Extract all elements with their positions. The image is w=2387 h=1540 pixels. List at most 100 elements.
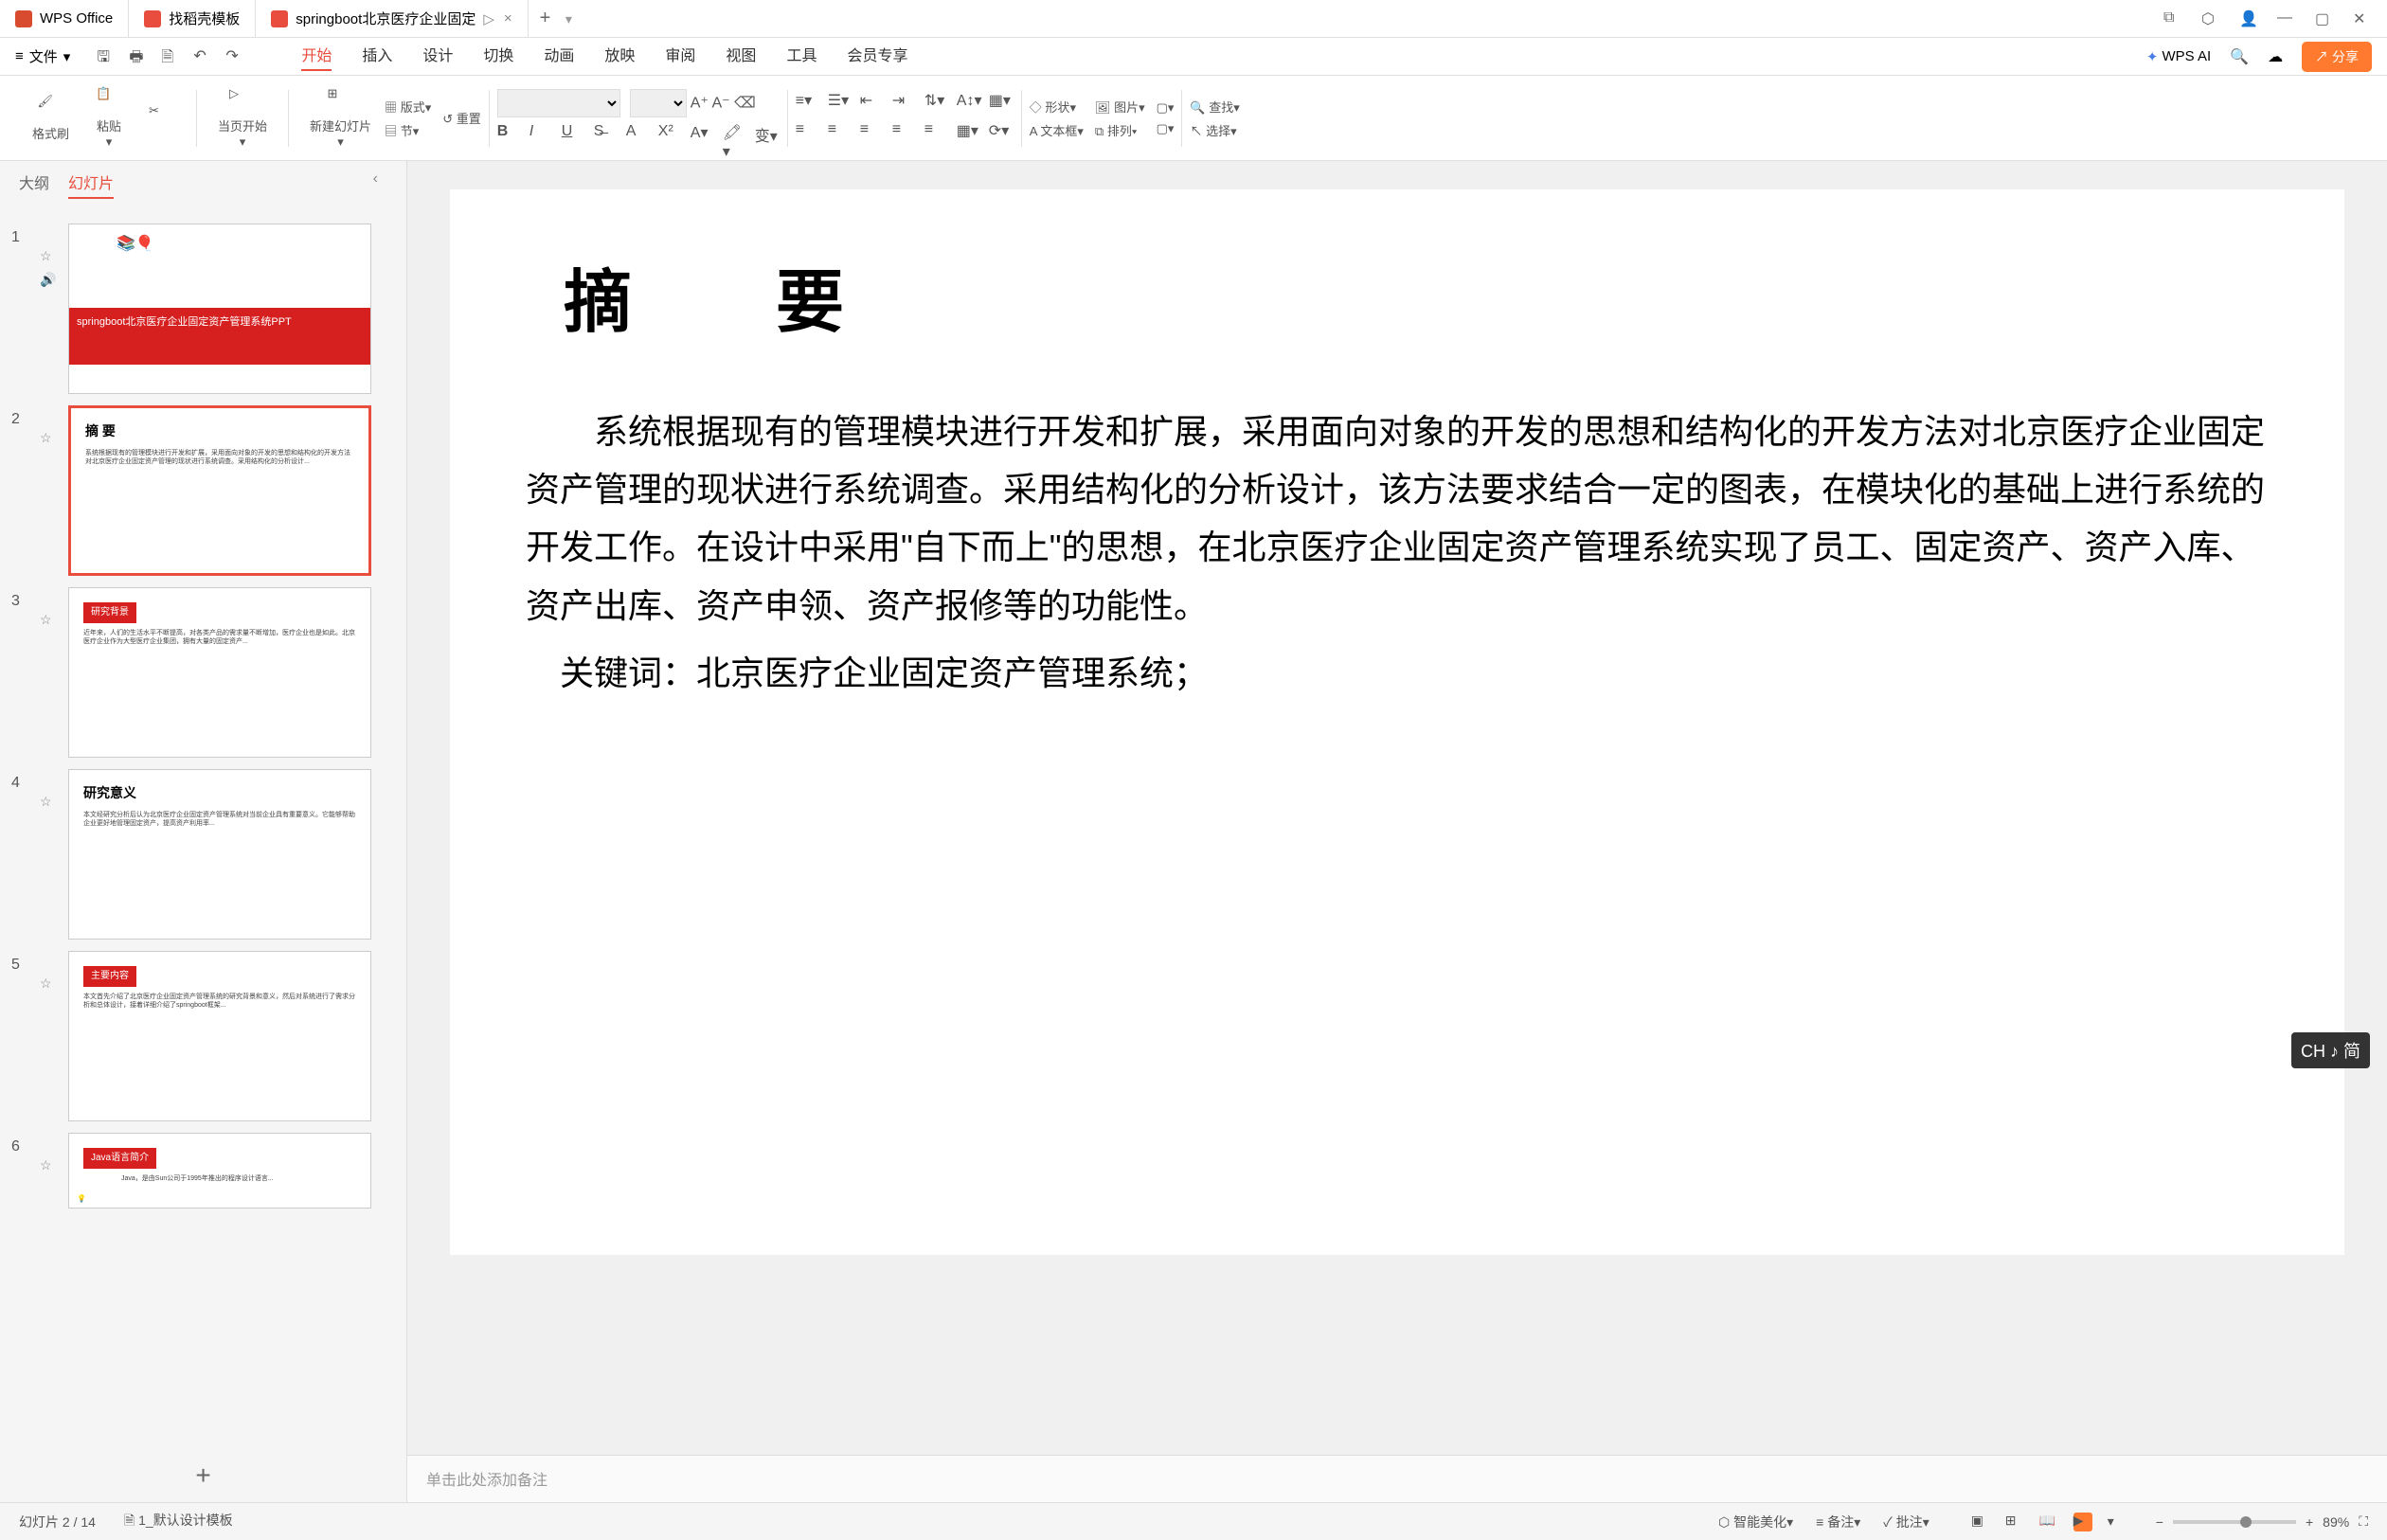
bold-icon[interactable]: B [497, 123, 522, 148]
increase-indent-icon[interactable]: ⇥ [892, 91, 917, 116]
fit-to-window-icon[interactable]: ⛶ [2359, 1513, 2368, 1530]
slides-tab[interactable]: 幻灯片 [68, 170, 114, 199]
distribute-icon[interactable]: ≡ [924, 121, 949, 146]
chevron-down-icon[interactable]: ▾ [2108, 1513, 2114, 1530]
change-case-icon[interactable]: 变▾ [755, 123, 780, 148]
align-right-icon[interactable]: ≡ [860, 121, 885, 146]
slide-canvas[interactable]: 摘 要 系统根据现有的管理模块进行开发和扩展，采用面向对象的开发的思想和结构化的… [407, 161, 2387, 1455]
star-icon[interactable]: ☆ [40, 976, 68, 992]
chevron-down-icon[interactable]: ▾ [565, 11, 572, 27]
menu-tools[interactable]: 工具 [786, 43, 817, 71]
slide-thumbnail-2[interactable]: 摘 要 系统根据现有的管理模块进行开发和扩展，采用面向对象的开发的思想和结构化的… [68, 405, 371, 576]
select-button[interactable]: ↖ 选择▾ [1190, 121, 1239, 139]
bullet-list-icon[interactable]: ≡▾ [796, 91, 820, 116]
current-slide[interactable]: 摘 要 系统根据现有的管理模块进行开发和扩展，采用面向对象的开发的思想和结构化的… [450, 189, 2344, 1255]
beautify-button[interactable]: ⬡ 智能美化▾ [1718, 1513, 1793, 1531]
slide-keywords[interactable]: 关键词：北京医疗企业固定资产管理系统； [560, 644, 2269, 702]
slide-body[interactable]: 系统根据现有的管理模块进行开发和扩展，采用面向对象的开发的思想和结构化的开发方法… [526, 403, 2269, 635]
template-name[interactable]: 🗎 1_默认设计模板 [124, 1511, 233, 1533]
font-family-select[interactable] [497, 89, 620, 117]
italic-icon[interactable]: I [529, 123, 554, 148]
align-left-icon[interactable]: ≡ [796, 121, 820, 146]
zoom-slider[interactable] [2173, 1520, 2296, 1524]
decrease-indent-icon[interactable]: ⇤ [860, 91, 885, 116]
slide-thumbnail-4[interactable]: 研究意义 本文经研究分析后认为北京医疗企业固定资产管理系统对当前企业具有重要意义… [68, 769, 371, 940]
notes-area[interactable]: 单击此处添加备注 [407, 1455, 2387, 1502]
slide-thumbnail-1[interactable]: 📚🎈 springboot北京医疗企业固定资产管理系统PPT [68, 224, 371, 394]
search-icon[interactable]: 🔍 [2230, 47, 2249, 66]
decrease-font-icon[interactable]: A⁻ [711, 95, 729, 111]
menu-start[interactable]: 开始 [301, 43, 332, 71]
star-icon[interactable]: ☆ [40, 1157, 68, 1173]
zoom-level[interactable]: 89% [2323, 1514, 2349, 1530]
share-button[interactable]: ↗ 分享 [2302, 42, 2372, 72]
arrange-button[interactable]: ⧉ 排列▾ [1095, 121, 1145, 139]
menu-view[interactable]: 视图 [726, 43, 756, 71]
tab-add-button[interactable]: + ▾ [529, 8, 583, 29]
notes-toggle[interactable]: ≡ 备注▾ [1816, 1513, 1860, 1531]
style-fill-button[interactable]: ▢▾ [1157, 100, 1175, 116]
tab-templates[interactable]: 找稻壳模板 [129, 0, 256, 37]
font-color-icon[interactable]: A▾ [691, 123, 715, 148]
underline-icon[interactable]: U [562, 123, 586, 148]
tab-current-document[interactable]: springboot北京医疗企业固定 ▷ × [256, 0, 528, 37]
close-window-icon[interactable]: ✕ [2353, 9, 2372, 28]
menu-member[interactable]: 会员专享 [847, 43, 907, 71]
superscript-icon[interactable]: X² [658, 123, 683, 148]
outline-tab[interactable]: 大纲 [19, 170, 49, 199]
tab-wps-office[interactable]: WPS Office [0, 0, 129, 37]
add-slide-button[interactable]: + [0, 1449, 406, 1502]
reading-view-icon[interactable]: 📖 [2039, 1513, 2058, 1531]
sorter-view-icon[interactable]: ⊞ [2005, 1513, 2024, 1531]
ime-indicator[interactable]: CH ♪ 简 [2291, 1032, 2370, 1068]
convert-icon[interactable]: ⟳▾ [989, 121, 1014, 146]
fill-color-icon[interactable]: 🖍▾ [723, 123, 747, 148]
line-spacing-icon[interactable]: ⇅▾ [924, 91, 949, 116]
slide-thumbnail-3[interactable]: 研究背景 近年来，人们的生活水平不断提高，对各类产品的需求量不断增加，医疗企业也… [68, 587, 371, 758]
numbered-list-icon[interactable]: ☰▾ [828, 91, 852, 116]
close-icon[interactable]: × [504, 10, 512, 27]
format-brush-button[interactable]: 🖌 格式刷 [19, 94, 82, 142]
save-icon[interactable]: 🖫 [97, 46, 117, 67]
undo-icon[interactable]: ↶ [193, 46, 214, 67]
layout-button[interactable]: ▦ 版式▾ [385, 98, 431, 116]
minimize-icon[interactable]: — [2277, 9, 2296, 28]
slide-thumbnail-5[interactable]: 主要内容 本文首先介绍了北京医疗企业固定资产管理系统的研究背景和意义，然后对系统… [68, 951, 371, 1121]
menu-transition[interactable]: 切换 [483, 43, 513, 71]
avatar-icon[interactable]: 👤 [2239, 9, 2258, 28]
play-from-current-button[interactable]: ▷ 当页开始▾ [205, 86, 280, 150]
cloud-icon[interactable]: ☁ [2268, 47, 2283, 66]
paste-button[interactable]: 📋 粘贴▾ [82, 86, 135, 150]
increase-font-icon[interactable]: A⁺ [691, 95, 709, 111]
align-text-icon[interactable]: ▦▾ [989, 91, 1014, 116]
star-icon[interactable]: ☆ [40, 248, 68, 264]
zoom-out-icon[interactable]: − [2156, 1514, 2163, 1530]
slide-title[interactable]: 摘 要 [564, 246, 2269, 346]
clear-format-icon[interactable]: ⌫ [734, 95, 756, 111]
slideshow-icon[interactable]: ▶ [2073, 1513, 2092, 1531]
sound-icon[interactable]: 🔊 [40, 272, 68, 288]
slide-thumbnail-6[interactable]: Java语言简介 💡 Java，是由Sun公司于1995年推出的程序设计语言..… [68, 1133, 371, 1209]
reset-button[interactable]: ↺ 重置 [442, 109, 481, 127]
section-button[interactable]: ▤ 节▾ [385, 121, 431, 139]
normal-view-icon[interactable]: ▣ [1971, 1513, 1990, 1531]
shape-button[interactable]: ◇ 形状▾ [1030, 98, 1084, 116]
star-icon[interactable]: ☆ [40, 612, 68, 628]
cut-button[interactable]: ✂ [135, 103, 188, 134]
star-icon[interactable]: ☆ [40, 430, 68, 446]
zoom-in-icon[interactable]: + [2306, 1514, 2313, 1530]
columns-icon[interactable]: ▦▾ [957, 121, 981, 146]
collapse-sidebar-icon[interactable]: ‹ [373, 170, 378, 199]
align-center-icon[interactable]: ≡ [828, 121, 852, 146]
redo-icon[interactable]: ↷ [225, 46, 246, 67]
window-icon[interactable]: ⧉ [2163, 9, 2182, 28]
textbox-button[interactable]: A 文本框▾ [1030, 121, 1084, 139]
text-direction-icon[interactable]: A↕▾ [957, 91, 981, 116]
new-slide-button[interactable]: ⊞ 新建幻灯片▾ [296, 86, 385, 150]
menu-slideshow[interactable]: 放映 [604, 43, 635, 71]
menu-design[interactable]: 设计 [422, 43, 453, 71]
star-icon[interactable]: ☆ [40, 794, 68, 810]
review-toggle[interactable]: ✓ 批注▾ [1883, 1513, 1929, 1531]
preview-icon[interactable]: 🗎 [161, 46, 182, 67]
font-size-select[interactable] [630, 89, 687, 117]
